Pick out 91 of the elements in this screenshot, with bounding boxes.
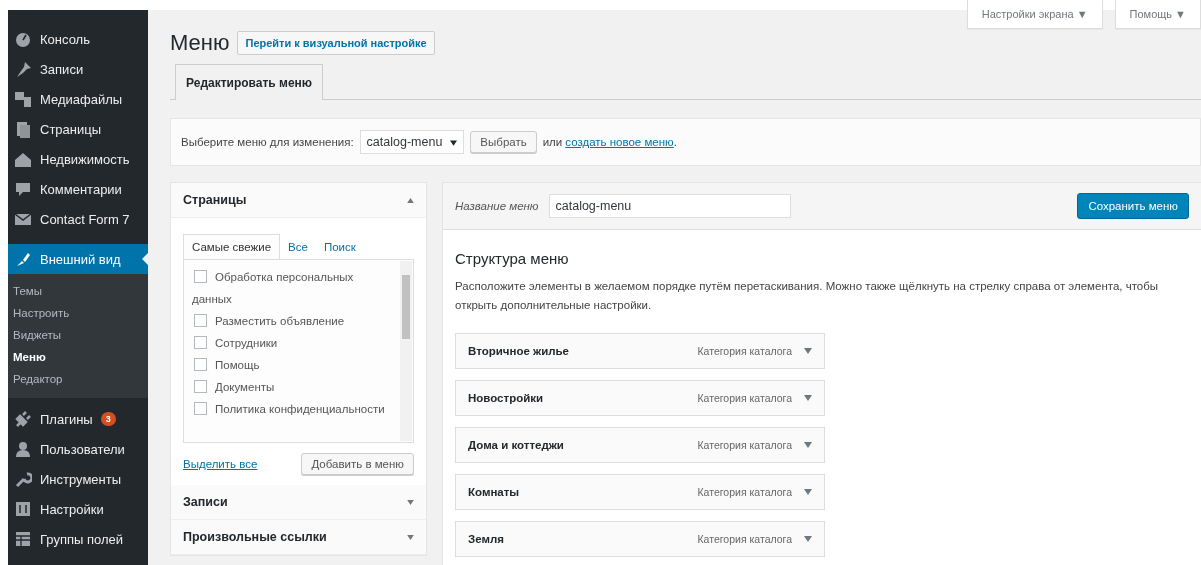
checklist-item[interactable]: Сотрудники <box>192 332 393 354</box>
submenu-item[interactable]: Темы <box>8 280 148 302</box>
menu-item-type: Категория каталога <box>697 439 792 451</box>
collapse-icon <box>407 197 414 203</box>
sidebar-item[interactable]: Плагины 3 <box>8 404 148 434</box>
checkbox[interactable] <box>194 270 207 284</box>
sidebar-item[interactable]: Медиафайлы <box>8 84 148 114</box>
checklist-item[interactable]: Политика конфиденциальности <box>192 398 393 420</box>
panel-header[interactable]: Страницы <box>171 183 426 218</box>
sidebar-item[interactable]: Настройки <box>8 494 148 524</box>
scrollbar[interactable] <box>400 261 412 441</box>
panel-header[interactable]: Записи <box>171 485 426 520</box>
period-text: . <box>673 136 677 148</box>
menu-item-type: Категория каталога <box>697 486 792 498</box>
sidebar-icon <box>14 120 32 138</box>
menu-item-type: Категория каталога <box>697 533 792 545</box>
menu-item[interactable]: Земля Категория каталога <box>455 521 825 557</box>
caret-icon[interactable] <box>804 395 812 401</box>
menu-item-title: Новостройки <box>468 392 544 404</box>
nav-tab[interactable]: Редактировать меню <box>175 64 324 100</box>
screen-meta-tab[interactable]: Помощь ▼ <box>1114 0 1201 29</box>
sidebar-item[interactable]: Консоль <box>8 24 148 54</box>
menu-name-label: Название меню <box>455 200 539 212</box>
sidebar-item[interactable]: Инструменты <box>8 464 148 494</box>
menu-item[interactable]: Дома и коттеджи Категория каталога <box>455 427 825 463</box>
section-heading: Структура меню <box>455 250 570 267</box>
checklist-item[interactable]: Документы <box>192 376 393 398</box>
caret-icon[interactable] <box>804 348 812 354</box>
page-title: Меню <box>170 30 230 56</box>
menu-name-field[interactable]: catalog-menu <box>548 194 791 218</box>
select-all-link[interactable]: Выделить все <box>183 458 258 470</box>
checkbox[interactable] <box>194 314 207 328</box>
sidebar-item[interactable]: Внешний вид <box>8 244 148 274</box>
expand-icon <box>407 499 414 505</box>
caret-icon <box>450 139 458 146</box>
sidebar-icon <box>14 180 32 198</box>
menu-item[interactable]: Вторичное жилье Категория каталога <box>455 333 825 369</box>
menu-item-title: Дома и коттеджи <box>468 439 564 451</box>
menu-dropdown[interactable]: catalog-menu <box>359 130 465 154</box>
menu-item[interactable]: Комнаты Категория каталога <box>455 474 825 510</box>
checkbox[interactable] <box>194 380 207 394</box>
add-to-menu-button[interactable]: Добавить в меню <box>301 453 414 475</box>
sidebar-item[interactable]: Недвижимость <box>8 144 148 174</box>
description-text: Расположите элементы в желаемом порядке путём перетаскивания. Можно также щёлкнуть на стрелку справа от элемента, чтобы открыть дополнительные настройки. <box>455 279 1160 313</box>
sidebar-icon <box>14 90 32 108</box>
sidebar-icon <box>14 500 32 518</box>
panel-tab[interactable]: Самые свежие <box>183 234 281 260</box>
or-text: или <box>542 136 563 148</box>
sidebar-item[interactable]: Contact Form 7 <box>8 204 148 234</box>
sidebar-icon <box>14 530 32 548</box>
menu-item-title: Вторичное жилье <box>468 345 569 357</box>
sidebar-item[interactable]: Группы полей <box>8 524 148 554</box>
menu-item-title: Земля <box>468 533 504 545</box>
sidebar-icon <box>14 440 32 458</box>
menu-item-title: Комнаты <box>468 486 520 498</box>
select-label: Выберите меню для изменения: <box>181 136 354 148</box>
count-badge: 3 <box>100 412 116 426</box>
submenu-item[interactable]: Настроить <box>8 302 148 324</box>
checklist-item[interactable]: Разместить объявление <box>192 310 393 332</box>
checkbox[interactable] <box>194 358 207 372</box>
menu-item-type: Категория каталога <box>697 345 792 357</box>
create-menu-link[interactable]: создать новое меню <box>565 136 674 148</box>
sidebar-icon <box>14 410 32 428</box>
submenu-item[interactable]: Меню <box>8 346 148 368</box>
caret-icon[interactable] <box>804 536 812 542</box>
customize-button[interactable]: Перейти к визуальной настройке <box>237 31 435 55</box>
caret-icon[interactable] <box>804 489 812 495</box>
sidebar-icon <box>14 150 32 168</box>
checkbox[interactable] <box>194 402 207 416</box>
checklist-item[interactable]: Помощь <box>192 354 393 376</box>
panel-header[interactable]: Произвольные ссылки <box>171 520 426 555</box>
sidebar-icon <box>14 60 32 78</box>
checklist-item[interactable]: Обработка персональных данных <box>192 266 393 310</box>
sidebar-item[interactable]: Страницы <box>8 114 148 144</box>
select-button[interactable]: Выбрать <box>470 131 537 153</box>
sidebar-item[interactable]: Записи <box>8 54 148 84</box>
submenu-item[interactable]: Виджеты <box>8 324 148 346</box>
sidebar-item[interactable]: Комментарии <box>8 174 148 204</box>
menu-item-type: Категория каталога <box>697 392 792 404</box>
submenu-item[interactable]: Редактор <box>8 368 148 390</box>
sidebar-icon <box>14 30 32 48</box>
panel-tab[interactable]: Поиск <box>315 235 364 259</box>
menu-item[interactable]: Новостройки Категория каталога <box>455 380 825 416</box>
expand-icon <box>407 534 414 540</box>
checkbox[interactable] <box>194 336 207 350</box>
panel-tab[interactable]: Все <box>280 235 316 259</box>
sidebar-icon <box>14 470 32 488</box>
sidebar-item[interactable]: Пользователи <box>8 434 148 464</box>
save-menu-button[interactable]: Сохранить меню <box>1077 193 1189 219</box>
screen-meta-tab[interactable]: Настройки экрана ▼ <box>966 0 1103 29</box>
caret-icon[interactable] <box>804 442 812 448</box>
